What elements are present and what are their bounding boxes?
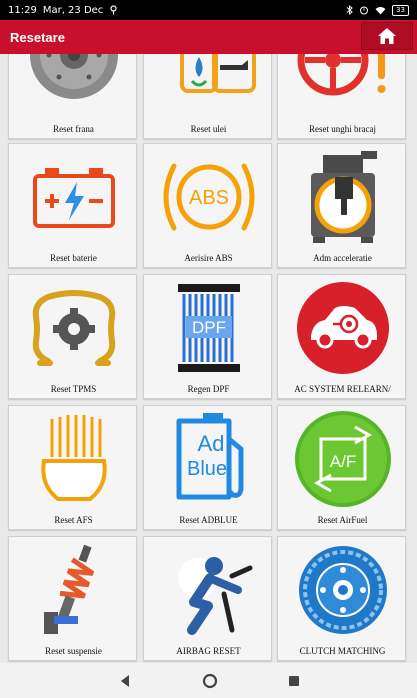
tile-label: Reset unghi bracaj xyxy=(309,124,376,134)
back-icon[interactable] xyxy=(118,674,132,688)
tile-label: Reset frana xyxy=(53,124,94,134)
tile-label: Reset ADBLUE xyxy=(179,515,238,525)
tpms-icon xyxy=(9,275,138,380)
home-button[interactable] xyxy=(361,22,413,50)
home-icon xyxy=(378,28,396,44)
tile-regen-dpf[interactable]: DPF Regen DPF xyxy=(143,274,272,399)
tile-label: Adm acceleratie xyxy=(313,253,372,263)
abs-text: ABS xyxy=(188,187,228,209)
recents-icon[interactable] xyxy=(288,675,300,687)
tile-label: Regen DPF xyxy=(187,384,230,394)
tile-reset-baterie[interactable]: Reset baterie xyxy=(8,143,137,268)
tile-reset-suspensie[interactable]: Reset suspensie xyxy=(8,536,137,661)
notification-icon xyxy=(110,5,117,15)
page-title: Resetare xyxy=(10,29,65,45)
function-grid: Reset frana Reset ulei Reset unghi braca… xyxy=(0,54,417,663)
tile-reset-afs[interactable]: Reset AFS xyxy=(8,405,137,530)
wifi-icon xyxy=(375,6,386,14)
tile-adm-acceleratie[interactable]: Adm acceleratie xyxy=(277,143,406,268)
date: Mar, 23 Dec xyxy=(42,4,104,16)
tile-aerisire-abs[interactable]: ABS Aerisire ABS xyxy=(143,143,272,268)
dpf-text: DPF xyxy=(192,318,226,337)
air-fuel-icon: A/F xyxy=(278,406,407,511)
suspension-icon xyxy=(9,537,138,642)
battery-icon xyxy=(9,144,138,249)
clutch-icon xyxy=(278,537,407,642)
adblue-text-ad: Ad xyxy=(197,431,224,456)
tile-label: Reset suspensie xyxy=(45,646,102,656)
battery-indicator: 33 xyxy=(392,4,409,16)
tile-clutch-matching[interactable]: CLUTCH MATCHING xyxy=(277,536,406,661)
steering-warning-icon xyxy=(278,54,407,120)
tile-reset-tpms[interactable]: Reset TPMS xyxy=(8,274,137,399)
ac-car-icon xyxy=(278,275,407,380)
tile-reset-adblue[interactable]: Ad Blue Reset ADBLUE xyxy=(143,405,272,530)
abs-icon: ABS xyxy=(144,144,273,249)
tile-label: Reset ulei xyxy=(190,124,227,134)
tile-label: Reset baterie xyxy=(50,253,97,263)
tile-reset-frana[interactable]: Reset frana xyxy=(8,54,137,139)
clock: 11:29 xyxy=(8,4,37,16)
headlight-icon xyxy=(9,406,138,511)
brake-disc-icon xyxy=(9,54,138,120)
adblue-text-blue: Blue xyxy=(186,458,226,480)
tile-label: Reset AFS xyxy=(54,515,93,525)
status-bar: 11:29 Mar, 23 Dec 33 xyxy=(0,0,417,20)
alarm-icon xyxy=(360,6,369,15)
tile-reset-ulei[interactable]: Reset ulei xyxy=(143,54,272,139)
tile-reset-airfuel[interactable]: A/F Reset AirFuel xyxy=(277,405,406,530)
dpf-icon: DPF xyxy=(144,275,273,380)
tile-reset-unghi-bracaj[interactable]: Reset unghi bracaj xyxy=(277,54,406,139)
af-text: A/F xyxy=(329,452,355,471)
airbag-icon xyxy=(144,537,273,642)
tile-label: Aerisire ABS xyxy=(184,253,233,263)
tile-label: AIRBAG RESET xyxy=(176,646,241,656)
bluetooth-icon xyxy=(346,5,353,15)
tile-label: AC SYSTEM RELEARN/ xyxy=(294,384,391,394)
tile-ac-system-relearn[interactable]: AC SYSTEM RELEARN/ xyxy=(277,274,406,399)
home-nav-icon[interactable] xyxy=(202,673,218,689)
throttle-body-icon xyxy=(278,144,407,249)
app-bar: Resetare xyxy=(0,20,417,54)
adblue-icon: Ad Blue xyxy=(144,406,273,511)
tile-label: CLUTCH MATCHING xyxy=(299,646,386,656)
tile-label: Reset AirFuel xyxy=(317,515,368,525)
tile-label: Reset TPMS xyxy=(50,384,97,394)
tile-airbag-reset[interactable]: AIRBAG RESET xyxy=(143,536,272,661)
system-nav-bar xyxy=(0,663,417,698)
oil-can-icon xyxy=(144,54,273,120)
